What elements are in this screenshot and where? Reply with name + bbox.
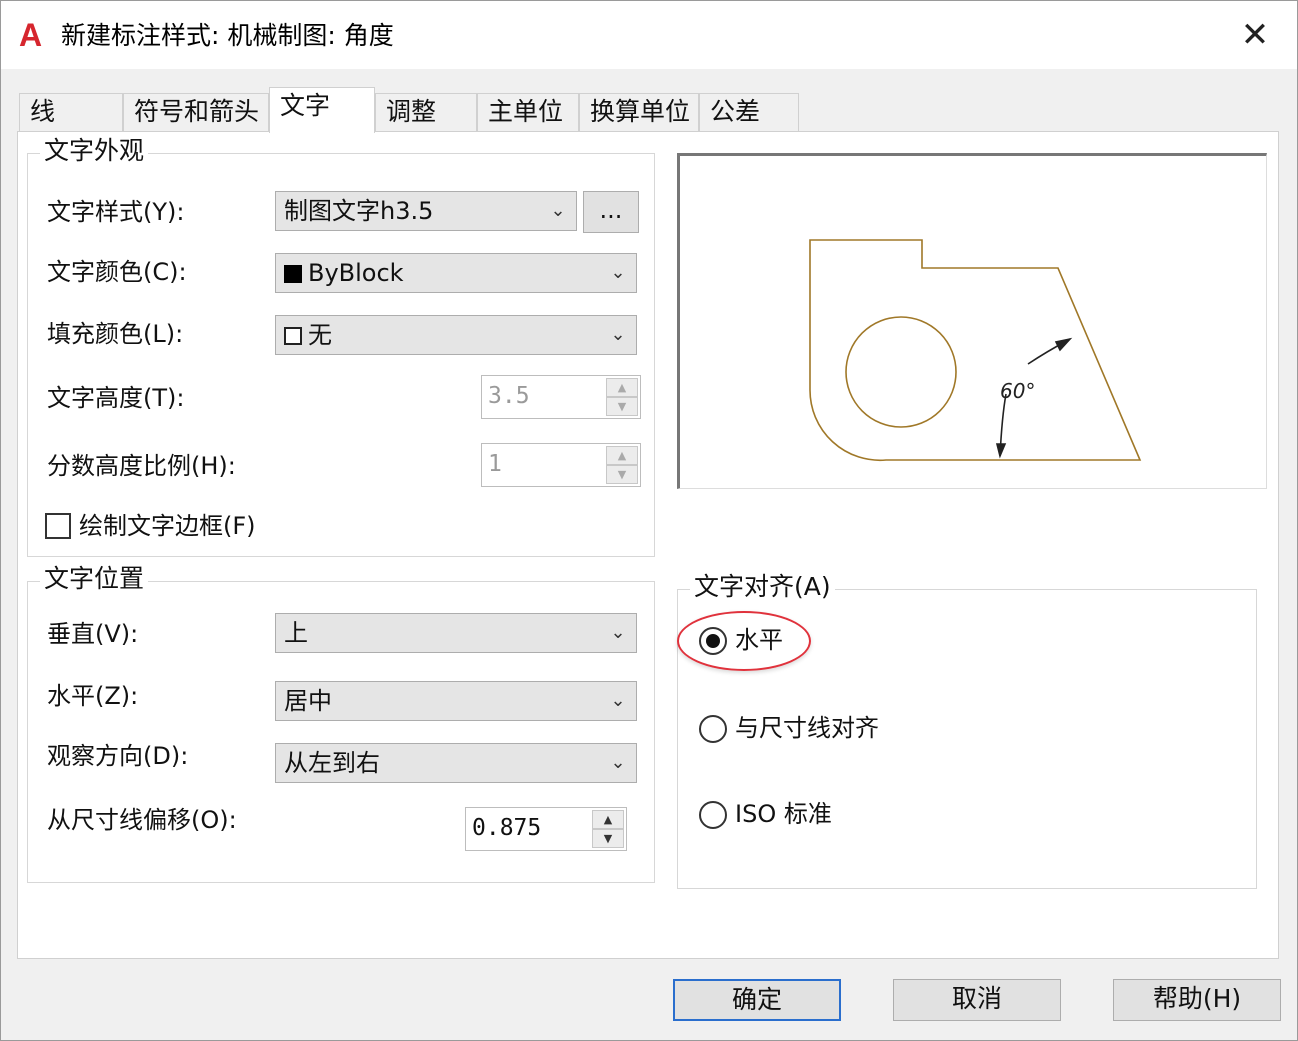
empty-swatch-icon xyxy=(284,327,302,345)
close-button[interactable]: ✕ xyxy=(1235,15,1275,55)
tab-lines[interactable]: 线 xyxy=(19,93,123,131)
ok-button[interactable]: 确定 xyxy=(673,979,841,1021)
fraction-scale-label: 分数高度比例(H): xyxy=(47,452,236,480)
chevron-down-icon: ⌄ xyxy=(610,262,626,283)
view-direction-value: 从左到右 xyxy=(284,749,380,777)
radio-iso-label: ISO 标准 xyxy=(735,800,832,828)
text-height-spinner[interactable]: 3.5 ▲ ▼ xyxy=(481,375,641,419)
offset-spinner[interactable]: 0.875 ▲ ▼ xyxy=(465,807,627,851)
title-bar: A 新建标注样式: 机械制图: 角度 ✕ xyxy=(1,1,1297,69)
group-title-text-placement: 文字位置 xyxy=(40,564,149,594)
spin-down-icon[interactable]: ▼ xyxy=(606,397,638,416)
dialog-title: 新建标注样式: 机械制图: 角度 xyxy=(61,21,394,50)
chevron-down-icon: ⌄ xyxy=(610,690,626,711)
horizontal-dropdown[interactable]: 居中 ⌄ xyxy=(275,681,637,721)
radio-iso-standard[interactable] xyxy=(699,801,727,829)
fraction-scale-spinner[interactable]: 1 ▲ ▼ xyxy=(481,443,641,487)
fill-color-dropdown[interactable]: 无 ⌄ xyxy=(275,315,637,355)
radio-horizontal-label: 水平 xyxy=(735,626,783,654)
text-height-value: 3.5 xyxy=(488,383,530,409)
horizontal-label: 水平(Z): xyxy=(47,682,139,710)
text-style-value: 制图文字h3.5 xyxy=(284,197,434,225)
view-direction-label: 观察方向(D): xyxy=(47,742,189,770)
offset-label: 从尺寸线偏移(O): xyxy=(47,806,237,834)
text-style-label: 文字样式(Y): xyxy=(47,198,185,226)
spin-up-icon[interactable]: ▲ xyxy=(606,378,638,397)
view-direction-dropdown[interactable]: 从左到右 ⌄ xyxy=(275,743,637,783)
horizontal-value: 居中 xyxy=(284,687,332,715)
group-title-text-alignment: 文字对齐(A) xyxy=(690,572,835,602)
help-button[interactable]: 帮助(H) xyxy=(1113,979,1281,1021)
hole-circle xyxy=(845,316,957,428)
text-color-label: 文字颜色(C): xyxy=(47,258,187,286)
text-style-browse-button[interactable]: ... xyxy=(583,191,639,233)
text-height-label: 文字高度(T): xyxy=(47,384,185,412)
tab-fit[interactable]: 调整 xyxy=(375,93,477,131)
autocad-logo-icon: A xyxy=(19,17,43,53)
dialog-window: A 新建标注样式: 机械制图: 角度 ✕ 线 符号和箭头 文字 调整 主单位 换… xyxy=(0,0,1298,1041)
draw-frame-label: 绘制文字边框(F) xyxy=(79,512,256,540)
tab-primary-units[interactable]: 主单位 xyxy=(477,93,579,131)
cancel-button[interactable]: 取消 xyxy=(893,979,1061,1021)
offset-value: 0.875 xyxy=(472,815,542,841)
text-color-dropdown[interactable]: ByBlock ⌄ xyxy=(275,253,637,293)
spin-down-icon[interactable]: ▼ xyxy=(592,829,624,848)
chevron-down-icon: ⌄ xyxy=(550,200,566,221)
preview-pane: 60° xyxy=(677,153,1267,489)
chevron-down-icon: ⌄ xyxy=(610,324,626,345)
part-outline xyxy=(809,239,1142,462)
tab-alternate-units[interactable]: 换算单位 xyxy=(579,93,699,131)
tab-text[interactable]: 文字 xyxy=(269,87,375,133)
radio-aligned-label: 与尺寸线对齐 xyxy=(735,714,879,742)
tab-symbols-arrows[interactable]: 符号和箭头 xyxy=(123,93,269,131)
vertical-value: 上 xyxy=(284,619,308,647)
spin-up-icon[interactable]: ▲ xyxy=(606,446,638,465)
spin-down-icon[interactable]: ▼ xyxy=(606,465,638,484)
fill-color-value: 无 xyxy=(308,321,332,349)
radio-horizontal[interactable] xyxy=(699,627,727,655)
radio-selected-dot xyxy=(706,634,720,648)
radio-aligned-with-dimline[interactable] xyxy=(699,715,727,743)
fill-color-label: 填充颜色(L): xyxy=(47,320,184,348)
vertical-label: 垂直(V): xyxy=(47,620,139,648)
vertical-dropdown[interactable]: 上 ⌄ xyxy=(275,613,637,653)
group-title-text-appearance: 文字外观 xyxy=(40,136,149,166)
spin-up-icon[interactable]: ▲ xyxy=(592,810,624,829)
chevron-down-icon: ⌄ xyxy=(610,752,626,773)
text-style-dropdown[interactable]: 制图文字h3.5 ⌄ xyxy=(275,191,577,231)
fraction-scale-value: 1 xyxy=(488,451,502,477)
chevron-down-icon: ⌄ xyxy=(610,622,626,643)
draw-frame-checkbox[interactable] xyxy=(45,513,71,539)
angle-dimension-text: 60° xyxy=(1000,379,1035,403)
preview-drawing: 60° xyxy=(809,239,1142,462)
color-swatch-icon xyxy=(284,265,302,283)
text-color-value: ByBlock xyxy=(308,259,404,287)
tab-tolerances[interactable]: 公差 xyxy=(699,93,799,131)
